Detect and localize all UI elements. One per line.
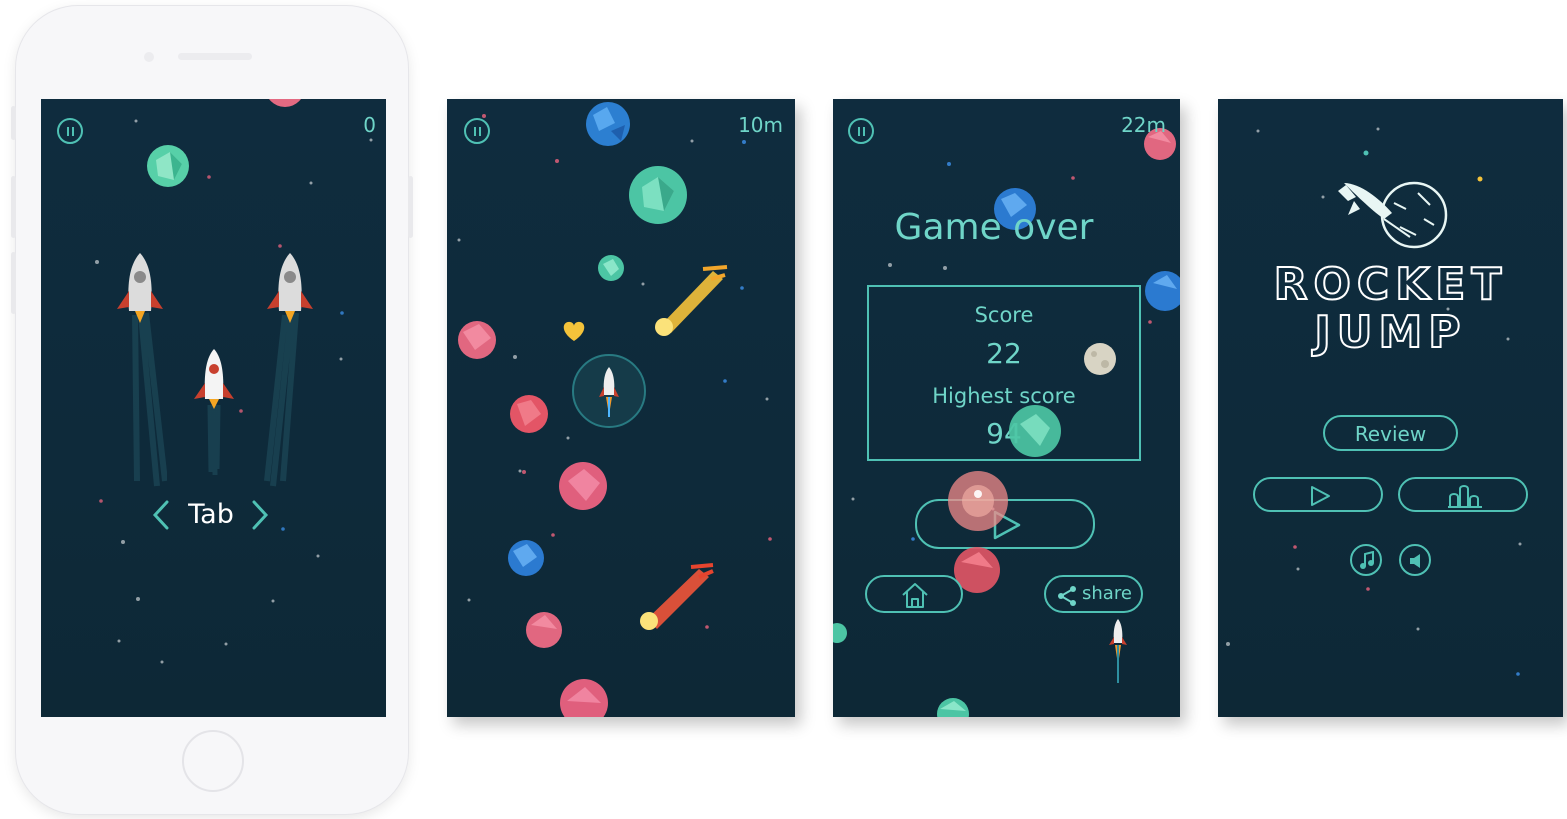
planet-blue-small (508, 540, 544, 576)
earpiece-speaker (178, 53, 252, 60)
planet-pink-bottom (560, 679, 608, 717)
planet-teal (147, 145, 189, 187)
score-counter: 0 (363, 113, 376, 137)
menu-screen: ROCKET JUMP Review (1218, 99, 1563, 717)
gameover-screen: Game over Score 22 Highest score 94 shar… (833, 99, 1180, 717)
pause-icon[interactable] (464, 118, 490, 144)
speaker-icon (1410, 554, 1420, 568)
planet-red (510, 395, 548, 433)
moon-planet (1084, 343, 1116, 375)
pause-icon[interactable] (848, 118, 874, 144)
planet-pink-top (269, 99, 301, 107)
mute-switch (11, 106, 16, 140)
gameover-title: Game over (894, 207, 1094, 248)
logo-title-rocket: ROCKET (1273, 258, 1508, 311)
share-button[interactable]: share (1044, 575, 1143, 613)
planet-blue-edge (1145, 271, 1180, 311)
logo-title-jump: JUMP (1313, 306, 1467, 359)
planet-pink-left (458, 321, 496, 359)
start-screen: 0 Tab (41, 99, 386, 717)
planet-teal-bottom (937, 698, 969, 717)
planet-teal-large (629, 166, 687, 224)
play-icon (1311, 486, 1330, 506)
planet-teal (1009, 405, 1061, 457)
comet-yellow (655, 265, 728, 336)
sound-toggle[interactable] (1399, 544, 1431, 576)
home-button[interactable] (182, 730, 244, 792)
tab-label: Tab (188, 499, 234, 530)
player-rocket (1109, 619, 1127, 683)
review-label: Review (1354, 422, 1427, 446)
chevron-right-icon[interactable] (250, 499, 270, 531)
play-button[interactable] (1253, 477, 1383, 512)
volume-down-button (11, 252, 16, 314)
rocket-left (117, 253, 167, 487)
power-button (408, 176, 413, 238)
pause-icon[interactable] (57, 118, 83, 144)
distance-counter: 22m (1121, 113, 1166, 137)
play-screen: 10m (447, 99, 795, 717)
share-label: share (1082, 583, 1132, 604)
rocket-right (264, 253, 313, 487)
home-button[interactable] (865, 575, 963, 613)
heart-icon (563, 321, 585, 341)
player-rocket-shield (572, 354, 646, 428)
planet-blue (586, 102, 630, 146)
music-toggle[interactable] (1350, 544, 1382, 576)
ranking-button[interactable] (1398, 477, 1528, 512)
rocket-center (194, 349, 234, 476)
music-note-icon (1360, 551, 1374, 569)
comet-red (640, 563, 714, 630)
planet-pink-mid (559, 462, 607, 510)
score-label: Score (974, 303, 1034, 327)
review-button[interactable]: Review (1323, 415, 1458, 451)
planet-teal-small (598, 255, 624, 281)
share-icon (1058, 586, 1076, 606)
highest-score-label: Highest score (932, 384, 1076, 408)
planet-glow (948, 471, 1008, 531)
front-camera (144, 52, 154, 62)
planet-pink-lower (526, 612, 562, 648)
logo-rocket-planet (1338, 181, 1448, 249)
highest-score-value: 94 (986, 417, 1022, 450)
home-icon (902, 583, 928, 608)
chevron-left-icon[interactable] (151, 499, 171, 531)
planet-teal-edge (833, 623, 847, 643)
ranking-icon (1448, 485, 1482, 508)
distance-counter: 10m (738, 113, 783, 137)
volume-up-button (11, 176, 16, 238)
